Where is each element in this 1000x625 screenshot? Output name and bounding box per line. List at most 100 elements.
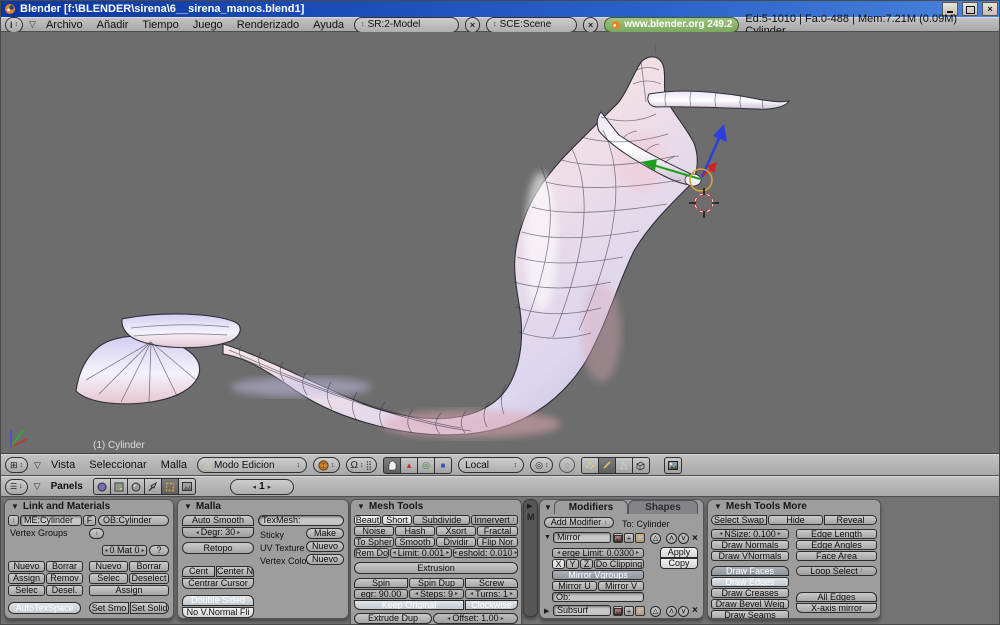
vgroup-deselect-button[interactable]: Desel. [46,585,83,596]
menu-malla[interactable]: Malla [157,459,191,471]
tab-shapes[interactable]: Shapes [628,500,698,514]
fake-user-button[interactable]: F [83,515,96,526]
panel-header[interactable]: ▼ Link and Materials [11,501,110,512]
manipulator-toggle-button[interactable] [383,457,401,474]
modifier-apply-button[interactable]: Apply [660,547,698,558]
header-collapse-icon[interactable]: ▽ [34,460,41,471]
shading-context-button[interactable] [128,478,145,495]
mirror-name-field[interactable]: Mirror [553,532,611,543]
clockwise-toggle[interactable]: Clockwise [465,600,518,610]
turns-stepper[interactable]: ◂Turns: 1▸ [465,589,518,599]
mirror-u-toggle[interactable]: Mirror U [552,581,597,591]
modifier-move-up-button[interactable]: ˄ [666,533,677,544]
panel-header[interactable]: ▼ Mesh Tools More [714,501,807,512]
spin-dup-button[interactable]: Spin Dup [409,578,464,588]
on-cage-icon[interactable] [635,533,645,543]
centre-button[interactable]: Cent [182,566,215,577]
mirror-z-toggle[interactable]: Z [580,559,593,569]
draw-creases-toggle[interactable]: Draw Creases [711,588,789,598]
editmode-visibility-icon[interactable]: + [624,533,634,543]
panel-header[interactable]: ▼ Mesh Tools [357,501,423,512]
no-vnormal-flip-toggle[interactable]: No V.Normal Fli [182,607,254,618]
uv-texture-new-button[interactable]: Nuevo [306,541,344,552]
screw-button[interactable]: Screw [465,578,518,588]
mirror-v-toggle[interactable]: Mirror V [598,581,644,591]
snap-icon[interactable]: ⣿ [366,460,373,471]
render-visibility-icon[interactable] [613,533,623,543]
loop-select-dropdown[interactable]: Loop Select↕ [796,566,877,576]
modifier-move-down-button[interactable]: ˅ [678,533,689,544]
menu-seleccionar[interactable]: Seleccionar [85,459,150,471]
draw-normals-toggle[interactable]: Draw Normals [711,540,789,550]
select-swap-button[interactable]: Select Swap [711,515,767,525]
menu-tiempo[interactable]: Tiempo [138,19,182,31]
proportional-edit-selector[interactable]: ◎ ↕ [530,457,553,473]
occlude-geometry-button[interactable] [633,457,650,474]
innervert-dropdown[interactable]: Innervert↕ [471,515,518,525]
face-area-toggle[interactable]: Face Area [796,551,877,561]
draw-type-selector[interactable]: ↕ [313,457,340,473]
material-new-button[interactable]: Nuevo [89,561,128,572]
modifier-move-down-button[interactable]: ˅ [678,606,689,617]
scene-context-button[interactable] [179,478,196,495]
steps-stepper[interactable]: ◂Steps: 9▸ [409,589,464,599]
material-delete-button[interactable]: Borrar [129,561,169,572]
edge-length-toggle[interactable]: Edge Length [796,529,877,539]
panel-collapse-icon[interactable]: ▼ [544,503,552,512]
scene-delete-button[interactable]: × [583,17,598,33]
mode-selector[interactable]: △ Modo Edicion ↕ [197,457,307,473]
viewport-window-type-button[interactable]: ⊞ ↕ [5,457,28,473]
material-assign-button[interactable]: Assign [89,585,169,596]
hash-button[interactable]: Hash [395,526,435,536]
mirror-vgroups-toggle[interactable]: Mirror Vgroups [552,570,644,580]
material-help-button[interactable]: ? [149,545,169,556]
mesh-browse-dropdown[interactable]: ↕ [8,515,19,526]
to-sphere-button[interactable]: To Spher [354,537,394,547]
smooth-button[interactable]: Smooth [395,537,435,547]
set-smooth-button[interactable]: Set Smo [89,602,129,614]
menu-juego[interactable]: Juego [189,19,227,31]
degrees-stepper[interactable]: egr: 90.00 [354,589,408,599]
vgroup-new-button[interactable]: Nuevo [8,561,45,572]
render-preview-button[interactable] [664,457,682,474]
add-modifier-dropdown[interactable]: Add Modifier↕ [544,517,614,528]
centre-new-button[interactable]: Center N [216,566,254,577]
draw-edges-toggle[interactable]: Draw Edges [711,577,789,587]
subsurf-delete-button[interactable]: × [692,605,698,616]
xaxis-mirror-toggle[interactable]: X-axis mirror [796,603,877,613]
mesh-name-field[interactable]: ME:Cylinder [20,515,82,526]
subsurf-name-field[interactable]: Subsurf [553,605,611,616]
logic-context-button[interactable] [93,478,111,495]
degr-stepper[interactable]: ◂Degr: 30▸ [182,527,254,538]
keep-original-toggle[interactable]: Keep Original [354,600,464,610]
do-clipping-toggle[interactable]: Do Clipping [594,559,644,569]
vertex-color-new-button[interactable]: Nuevo [306,554,344,565]
limit-stepper[interactable]: ◂Limit: 0.001▸ [390,548,452,558]
menu-vista[interactable]: Vista [47,459,79,471]
draw-vnormals-toggle[interactable]: Draw VNormals [711,551,789,561]
object-name-field[interactable]: OB:Cylinder [98,515,169,526]
menu-anadir[interactable]: Añadir [93,19,133,31]
edge-select-button[interactable] [599,457,616,474]
mirror-y-toggle[interactable]: Y [566,559,579,569]
vgroup-select-button[interactable]: Selec [8,585,45,596]
vgroup-delete-button[interactable]: Borrar [46,561,83,572]
modifier-sphere-icon[interactable]: △ [650,606,661,617]
remove-doubles-button[interactable]: Rem Do [354,548,389,558]
menu-panels[interactable]: Panels [47,481,87,492]
fractal-button[interactable]: Fractal [477,526,518,536]
editmode-visibility-icon[interactable]: + [624,606,634,616]
window-type-button[interactable]: i ↕ [5,17,23,33]
translate-manipulator-button[interactable]: ▲ [401,457,418,474]
mirror-x-toggle[interactable]: X [552,559,565,569]
header-collapse-icon[interactable]: ▽ [29,19,36,30]
pivot-snap-group[interactable]: Ω ↕ ⣿ [346,457,378,473]
retopo-toggle[interactable]: Retopo [182,542,254,554]
buttons-window-type-button[interactable]: ☰ ↕ [5,479,28,495]
modifier-sphere-icon[interactable]: △ [650,533,661,544]
vertex-select-button[interactable] [581,457,599,474]
script-context-button[interactable] [111,478,128,495]
offset-stepper[interactable]: ◂Offset: 1.00▸ [433,613,518,624]
extrude-button[interactable]: Extrusion [354,562,518,574]
on-cage-icon[interactable] [635,606,645,616]
